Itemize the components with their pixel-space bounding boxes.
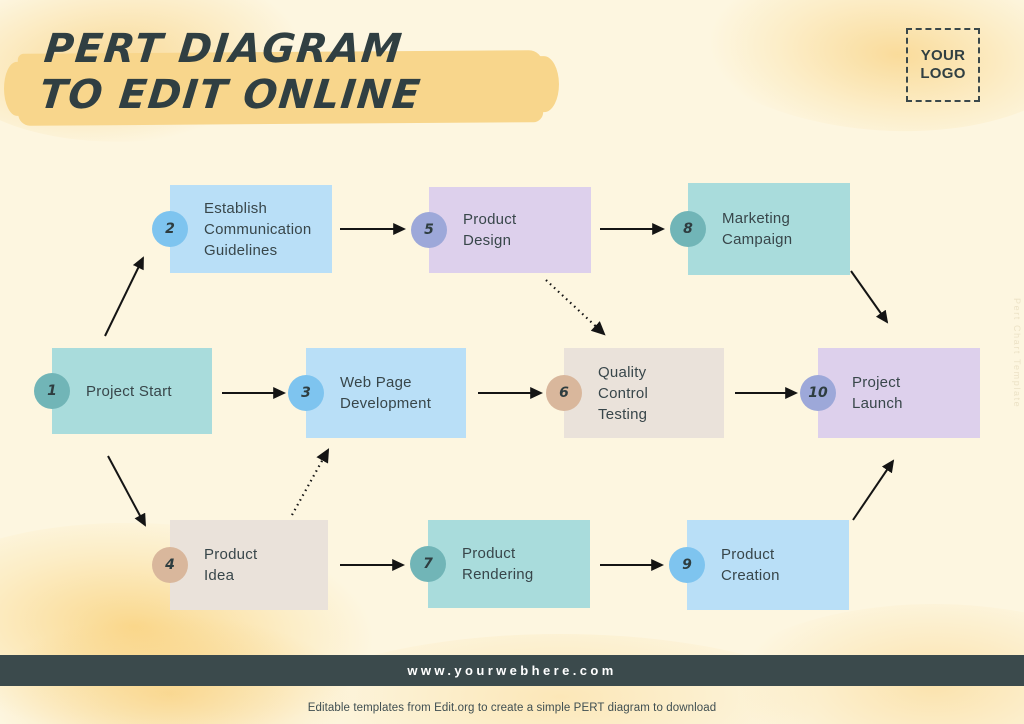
edge-1-to-2 [104, 256, 144, 337]
pert-node-3[interactable]: 3 Web Page Development [288, 348, 466, 438]
pert-node-number-2: 2 [152, 211, 188, 247]
pert-node-label-2: Establish Communication Guidelines [204, 199, 312, 259]
pert-node-7[interactable]: 7 Product Rendering [410, 520, 590, 608]
edge-8-to-10 [850, 270, 889, 324]
edge-1-to-4 [107, 455, 146, 527]
pert-node-number-4: 4 [152, 547, 188, 583]
pert-node-number-8: 8 [670, 211, 706, 247]
pert-node-10[interactable]: 10 Project Launch [800, 348, 980, 438]
pert-node-2[interactable]: 2 Establish Communication Guidelines [152, 185, 332, 273]
pert-node-label-1: Project Start [86, 382, 172, 400]
poster-canvas: PERT Diagram to Edit Online YOUR LOGO Pe… [0, 0, 1024, 724]
pert-node-1[interactable]: 1 Project Start [34, 348, 212, 434]
pert-node-number-5: 5 [411, 212, 447, 248]
pert-node-number-1: 1 [34, 373, 70, 409]
pert-node-number-9: 9 [669, 547, 705, 583]
pert-node-number-6: 6 [546, 375, 582, 411]
edge-4-to-3 [291, 448, 330, 516]
footer-caption: Editable templates from Edit.org to crea… [307, 702, 717, 714]
pert-node-4[interactable]: 4 Product Idea [152, 520, 328, 610]
pert-node-number-7: 7 [410, 546, 446, 582]
pert-node-9[interactable]: 9 Product Creation [669, 520, 849, 610]
pert-node-number-10: 10 [800, 375, 836, 411]
pert-node-label-3: Web Page Development [340, 374, 432, 412]
edge-9-to-10 [852, 459, 895, 521]
pert-node-5[interactable]: 5 Product Design [411, 187, 591, 273]
pert-node-number-3: 3 [288, 375, 324, 411]
pert-node-6[interactable]: 6 Quality Control Testing [546, 348, 724, 438]
pert-node-8[interactable]: 8 Marketing Campaign [670, 183, 850, 275]
footer-website-url[interactable]: www.yourwebhere.com [407, 663, 616, 678]
footer-bar: www.yourwebhere.com [0, 655, 1024, 686]
pert-diagram: 1 Project Start 2 Establish Communication G… [0, 0, 1024, 660]
edge-5-to-6 [545, 279, 606, 336]
